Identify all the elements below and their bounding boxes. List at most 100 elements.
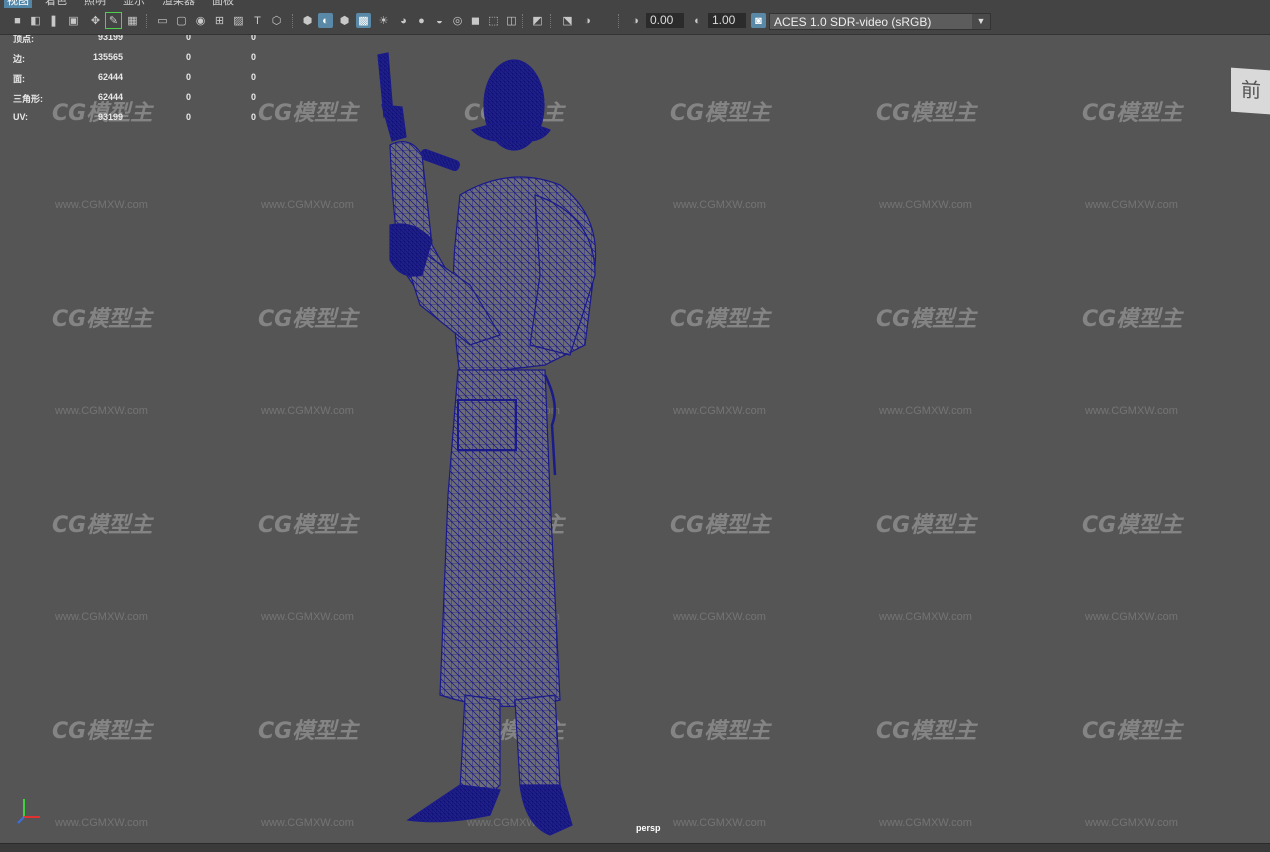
watermark-logo: CG模型主 <box>670 101 771 126</box>
watermark-url: www.CGMXW.com <box>1085 405 1178 417</box>
view-cube-label[interactable]: 前 <box>1241 79 1261 102</box>
gamma-field[interactable]: 1.00 <box>708 13 746 28</box>
hud-v1: 62444 <box>97 72 123 82</box>
hud-label: 三角形: <box>13 94 43 104</box>
lights-icon[interactable]: ☀ <box>376 13 391 28</box>
watermark-logo: CG模型主 <box>258 307 359 332</box>
toolbar-separator <box>550 14 553 28</box>
move-camera-icon[interactable]: ✥ <box>88 13 103 28</box>
watermark-url: www.CGMXW.com <box>1085 199 1178 211</box>
hud-row: UV: 93199 0 0 <box>13 112 273 132</box>
field-chart-icon[interactable]: ⊞ <box>212 13 227 28</box>
3d-viewport[interactable]: CG模型主 CG模型主 CG模型主 CG模型主 CG模型主 CG模型主 CG模型主 CG模型主… <box>0 35 1270 843</box>
bookmark-icon[interactable]: ❚ <box>46 13 61 28</box>
shadows-icon[interactable]: ◕ <box>396 13 411 28</box>
smooth-shade-icon[interactable]: ⬢ <box>300 13 315 28</box>
gate-mask-icon[interactable]: ◉ <box>193 13 208 28</box>
menu-item-0[interactable]: 视图 <box>4 0 32 8</box>
hud-v2: 0 <box>186 52 192 62</box>
isolate-select-icon[interactable]: ⬚ <box>486 13 501 28</box>
right-leg <box>514 694 561 796</box>
motion-blur-icon[interactable]: ◒ <box>432 13 447 28</box>
grid-icon[interactable]: ▦ <box>125 13 140 28</box>
screen-space-ao-icon[interactable]: ● <box>414 13 429 28</box>
hud-v3: 0 <box>251 52 257 62</box>
depth-of-field-icon[interactable]: ◼ <box>468 13 483 28</box>
grease-pencil-icon[interactable]: ✎ <box>105 12 122 29</box>
anti-alias-icon[interactable]: ◎ <box>450 13 465 28</box>
hud-v1: 135565 <box>92 52 123 62</box>
menu-item-5[interactable]: 面板 <box>212 0 234 8</box>
watermark-url: www.CGMXW.com <box>879 817 972 829</box>
watermark-url: www.CGMXW.com <box>1085 611 1178 623</box>
hud-v3: 0 <box>251 112 257 122</box>
watermark-url: www.CGMXW.com <box>673 199 766 211</box>
camera-attributes-icon[interactable]: ◧ <box>28 13 43 28</box>
hud-label: 面: <box>13 74 25 84</box>
toolbar-separator <box>522 14 525 28</box>
watermark-url: www.CGMXW.com <box>673 405 766 417</box>
watermark-url: www.CGMXW.com <box>879 611 972 623</box>
watermark-logo: CG模型主 <box>258 719 359 744</box>
backface-culling-icon[interactable]: ⬔ <box>560 13 575 28</box>
cigar <box>420 148 460 172</box>
hud-v1: 62444 <box>97 92 123 102</box>
menu-item-1[interactable]: 着色 <box>45 0 67 8</box>
watermark-logo: CG模型主 <box>258 513 359 538</box>
textured-icon[interactable]: ▩ <box>356 13 371 28</box>
hud-v2: 0 <box>186 35 192 42</box>
camera-label: persp <box>636 823 661 833</box>
exposure-field[interactable]: 0.00 <box>646 13 684 28</box>
watermark-logo: CG模型主 <box>670 307 771 332</box>
watermark-url: www.CGMXW.com <box>673 817 766 829</box>
character-wireframe-model[interactable] <box>360 45 620 843</box>
view-cube[interactable]: 前 <box>1231 67 1270 115</box>
hud-v3: 0 <box>251 35 257 42</box>
exposure-icon[interactable]: ◑ <box>580 13 595 28</box>
menu-item-2[interactable]: 照明 <box>84 0 106 8</box>
xray-joints-icon[interactable]: ◩ <box>530 13 545 28</box>
watermark-logo: CG模型主 <box>1082 101 1183 126</box>
color-space-label: ACES 1.0 SDR-video (sRGB) <box>774 15 932 29</box>
resolution-gate-icon[interactable]: ▢ <box>174 13 189 28</box>
watermark-url: www.CGMXW.com <box>55 817 148 829</box>
safe-title-icon[interactable]: T <box>250 13 265 28</box>
hud-v3: 0 <box>251 92 257 102</box>
safe-action-icon[interactable]: ▨ <box>231 13 246 28</box>
image-plane-icon[interactable]: ▣ <box>66 13 81 28</box>
color-management-icon[interactable]: ◙ <box>751 13 766 28</box>
watermark-logo: CG模型主 <box>1082 719 1183 744</box>
menu-item-4[interactable]: 渲染器 <box>162 0 195 8</box>
watermark-url: www.CGMXW.com <box>673 611 766 623</box>
exposure-icon[interactable]: ◑ <box>628 13 643 28</box>
film-gate-icon[interactable]: ▭ <box>155 13 170 28</box>
watermark-url: www.CGMXW.com <box>261 405 354 417</box>
gamma-icon[interactable]: ◐ <box>690 13 705 28</box>
watermark-logo: CG模型主 <box>1082 307 1183 332</box>
hud-label: UV: <box>13 112 29 122</box>
watermark-url: www.CGMXW.com <box>55 405 148 417</box>
camera-icon[interactable]: ■ <box>10 13 25 28</box>
watermark-url: www.CGMXW.com <box>879 405 972 417</box>
xray-icon[interactable]: ◫ <box>504 13 519 28</box>
hud-v2: 0 <box>186 112 192 122</box>
wireframe-on-shaded-icon[interactable]: ⬢ <box>337 13 352 28</box>
hud-v2: 0 <box>186 92 192 102</box>
hud-v1: 93199 <box>97 112 123 122</box>
watermark-url: www.CGMXW.com <box>261 199 354 211</box>
shade-on-wireframe-icon[interactable]: ◐ <box>318 13 333 28</box>
wireframe-icon[interactable]: ⬡ <box>269 13 284 28</box>
hud-label: 边: <box>13 54 25 64</box>
watermark-url: www.CGMXW.com <box>261 817 354 829</box>
hud-row: 三角形: 62444 0 0 <box>13 92 273 112</box>
watermark-url: www.CGMXW.com <box>55 611 148 623</box>
color-space-dropdown[interactable]: ACES 1.0 SDR-video (sRGB) ▼ <box>769 13 991 30</box>
watermark-url: www.CGMXW.com <box>1085 817 1178 829</box>
hud-row: 面: 62444 0 0 <box>13 72 273 92</box>
hud-label: 顶点: <box>13 35 34 44</box>
watermark-logo: CG模型主 <box>52 307 153 332</box>
chevron-down-icon[interactable]: ▼ <box>972 14 990 29</box>
left-shoe <box>406 784 501 823</box>
right-shoe <box>519 784 573 836</box>
menu-item-3[interactable]: 显示 <box>123 0 145 8</box>
